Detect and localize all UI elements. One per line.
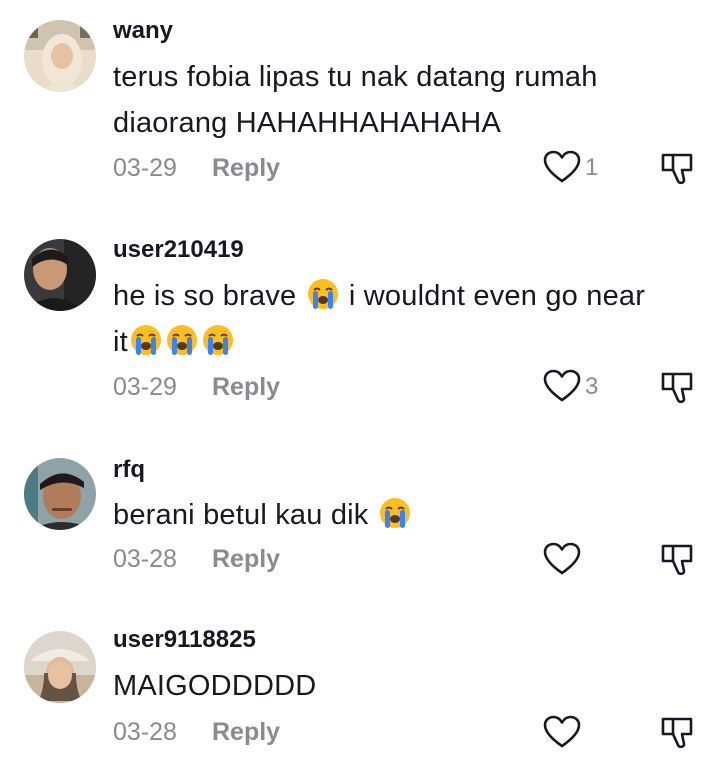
dislike-button[interactable] xyxy=(660,542,696,578)
username[interactable]: user9118825 xyxy=(113,626,256,654)
like-button[interactable] xyxy=(543,715,581,749)
avatar[interactable] xyxy=(24,20,96,92)
heart-icon xyxy=(543,369,581,402)
comment-date: 03-29 xyxy=(113,154,177,182)
comment-date: 03-29 xyxy=(113,373,177,401)
loudly-crying-face-icon xyxy=(201,323,235,357)
comment-text: berani betul kau dik xyxy=(113,492,703,538)
comment-text-segment: MAIGODDDDD xyxy=(113,670,317,702)
loudly-crying-face-icon xyxy=(378,496,412,530)
comment-text-line: diaorang HAHAHHAHAHAHA xyxy=(113,107,501,139)
comment-text-line: terus fobia lipas tu nak datang rumah xyxy=(113,61,598,93)
username[interactable]: user210419 xyxy=(113,236,244,264)
comment-date: 03-28 xyxy=(113,718,177,746)
avatar[interactable] xyxy=(24,458,96,530)
heart-icon xyxy=(543,715,581,748)
loudly-crying-face-icon xyxy=(165,323,199,357)
like-count: 1 xyxy=(585,154,599,181)
comment-text-segment: berani betul kau dik xyxy=(113,499,369,531)
dislike-button[interactable] xyxy=(660,151,696,187)
comment-item: rfq berani betul kau dik 03-28 Reply xyxy=(0,420,720,600)
avatar-image xyxy=(24,239,96,311)
thumbs-down-icon xyxy=(661,544,693,576)
reply-button[interactable]: Reply xyxy=(212,373,280,402)
comment-item: wany terus fobia lipas tu nak datang rum… xyxy=(0,0,720,200)
like-button[interactable] xyxy=(543,369,581,403)
heart-icon xyxy=(543,150,581,183)
comment-text-segment: it xyxy=(113,326,128,358)
reply-button[interactable]: Reply xyxy=(212,545,280,574)
like-button[interactable] xyxy=(543,542,581,576)
dislike-button[interactable] xyxy=(660,715,696,751)
comment-text-segment: he is so brave xyxy=(113,280,297,312)
comment-item: user210419 he is so brave i wouldnt even… xyxy=(0,200,720,420)
comment-item: user9118825 MAIGODDDDD 03-28 Reply xyxy=(0,600,720,758)
avatar[interactable] xyxy=(24,631,96,703)
comment-text-segment: i wouldnt even go near xyxy=(348,280,646,312)
like-button[interactable] xyxy=(543,150,581,184)
thumbs-down-icon xyxy=(661,153,693,185)
username[interactable]: rfq xyxy=(113,456,145,484)
thumbs-down-icon xyxy=(661,717,693,749)
avatar-image xyxy=(24,20,96,92)
heart-icon xyxy=(543,542,581,575)
thumbs-down-icon xyxy=(661,372,693,404)
comment-text: MAIGODDDDD xyxy=(113,663,703,709)
avatar-image xyxy=(24,631,96,703)
avatar-image xyxy=(24,458,96,530)
comment-text: terus fobia lipas tu nak datang rumah di… xyxy=(113,54,703,146)
reply-button[interactable]: Reply xyxy=(212,718,280,747)
dislike-button[interactable] xyxy=(660,370,696,406)
loudly-crying-face-icon xyxy=(129,323,163,357)
comment-text: he is so brave i wouldnt even go near it xyxy=(113,273,703,365)
username[interactable]: wany xyxy=(113,17,173,45)
like-count: 3 xyxy=(585,373,599,400)
avatar[interactable] xyxy=(24,239,96,311)
reply-button[interactable]: Reply xyxy=(212,154,280,183)
comment-date: 03-28 xyxy=(113,545,177,573)
loudly-crying-face-icon xyxy=(306,277,340,311)
